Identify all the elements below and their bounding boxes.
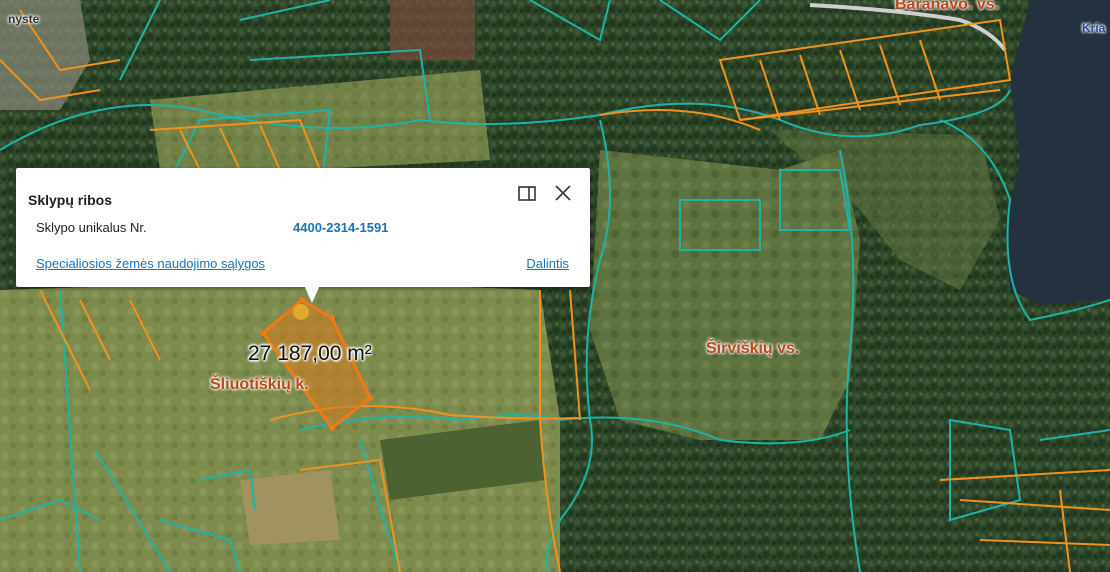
place-label-kria: Kria [1082,21,1106,35]
share-link[interactable]: Dalintis [526,256,569,271]
place-label-nyste: nyste [8,12,40,26]
close-icon[interactable] [552,182,574,204]
popup-pointer [304,285,320,303]
place-label-siluotiskiu: Šliuotiškių k. [210,376,309,393]
parcel-vertex [260,330,266,336]
place-label-baranavo: Baranavo. vs. [895,0,1000,13]
lake [1005,0,1110,305]
maximize-icon[interactable] [516,182,538,204]
parcel-vertex [329,425,335,431]
meadow-area [590,150,860,440]
parcel-area-label: 27 187,00 m² [248,342,372,365]
parcel-info-popup: Sklypų ribos Sklypo unikalus Nr. 4400-23… [16,168,590,303]
popup-title: Sklypų ribos [28,192,113,208]
parcel-id-label: Sklypo unikalus Nr. [36,220,147,235]
parcel-vertex [367,395,373,401]
parcel-vertex [329,315,335,321]
parcel-id-value[interactable]: 4400-2314-1591 [293,220,388,235]
popup-anchor-point [293,304,309,320]
special-land-use-conditions-link[interactable]: Specialiosios žemės naudojimo sąlygos [36,256,265,271]
place-label-sirviskiu: Širviškių vs. [706,340,800,357]
